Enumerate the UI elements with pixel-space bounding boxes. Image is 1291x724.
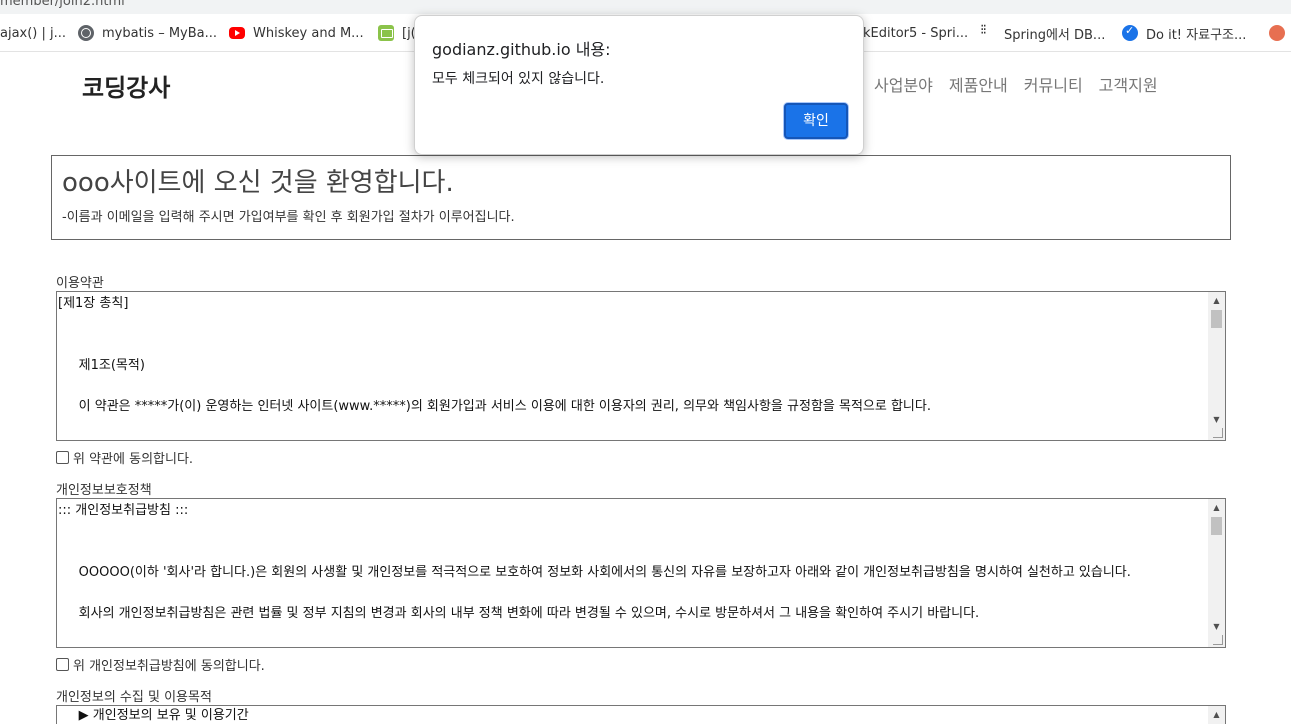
scroll-down-arrow-icon[interactable]: ▼ (1208, 618, 1225, 635)
bookmark-whiskey[interactable]: Whiskey and M... (229, 14, 364, 51)
welcome-subtitle: -이름과 이메일을 입력해 주시면 가입여부를 확인 후 회원가입 절차가 이루… (62, 210, 515, 225)
terms-line: [제1장 총칙] (58, 296, 129, 311)
welcome-title: ooo사이트에 오신 것을 환영합니다. (62, 168, 454, 198)
nav-community[interactable]: 커뮤니티 (1024, 72, 1083, 96)
globe-icon (78, 25, 94, 41)
bookmark-doit[interactable]: Do it! 자료구조... (1122, 14, 1247, 51)
bookmark-jq[interactable]: [j( (378, 14, 416, 51)
bookmark-label: ajax() | j... (0, 25, 67, 41)
red-circle-icon (1269, 25, 1285, 41)
terms-agree-checkbox[interactable] (56, 451, 69, 464)
bookmark-label: mybatis – MyBa... (102, 25, 218, 41)
privacy-agree-checkbox[interactable] (56, 658, 69, 671)
privacy-content: ::: 개인정보취급방침 ::: OOOOO(이하 '회사'라 합니다.)은 회… (57, 499, 1208, 647)
collection-textarea[interactable]: ▶ 개인정보의 보유 및 이용기간 ▲ (56, 705, 1226, 724)
terms-line: 이 약관은 *****가(이) 운영하는 인터넷 사이트(www.*****)의… (58, 399, 931, 414)
bookmark-label: Do it! 자료구조... (1146, 27, 1247, 43)
resize-grip-icon[interactable] (1213, 635, 1223, 645)
collection-label: 개인정보의 수집 및 이용목적 (56, 690, 212, 705)
resize-grip-icon[interactable] (1213, 428, 1223, 438)
nav-business[interactable]: 사업분야 (874, 72, 933, 96)
scroll-thumb[interactable] (1211, 310, 1222, 328)
bookmark-extra[interactable] (1269, 14, 1291, 51)
terms-agree[interactable]: 위 약관에 동의합니다. (56, 448, 193, 467)
site-logo[interactable]: 코딩강사 (82, 68, 170, 103)
privacy-line: OOOOO(이하 '회사'라 합니다.)은 회원의 사생활 및 개인정보를 적극… (58, 565, 1131, 580)
privacy-line: 회사의 개인정보취급방침은 관련 법률 및 정부 지침의 변경과 회사의 내부 … (58, 606, 980, 621)
bookmark-label: kEditor5 - Spri... (863, 25, 969, 41)
bookmark-ajax[interactable]: ajax() | j... (0, 14, 67, 51)
scroll-up-arrow-icon[interactable]: ▲ (1208, 292, 1225, 309)
address-bar[interactable]: member/join2.html (0, 0, 1291, 14)
privacy-textarea[interactable]: ::: 개인정보취급방침 ::: OOOOO(이하 '회사'라 합니다.)은 회… (56, 498, 1226, 648)
privacy-scrollbar[interactable]: ▲ ▼ (1208, 499, 1225, 647)
alert-dialog: godianz.github.io 내용: 모두 체크되어 있지 않습니다. 확… (414, 15, 864, 155)
bookmark-label: Whiskey and M... (253, 25, 364, 41)
collection-content: ▶ 개인정보의 보유 및 이용기간 (57, 706, 1208, 724)
bookmark-spring-db[interactable]: Spring에서 DB... (980, 14, 1106, 51)
green-note-icon (378, 25, 394, 41)
main-nav: 사업분야 제품안내 커뮤니티 고객지원 (874, 72, 1158, 96)
terms-label: 이용약관 (56, 276, 104, 291)
terms-scrollbar[interactable]: ▲ ▼ (1208, 292, 1225, 440)
nav-support[interactable]: 고객지원 (1099, 72, 1158, 96)
dialog-message: 모두 체크되어 있지 않습니다. (432, 71, 605, 87)
privacy-line: ::: 개인정보취급방침 ::: (58, 503, 189, 518)
terms-line: 제1조(목적) (58, 358, 145, 373)
blue-check-icon (1122, 24, 1138, 41)
privacy-agree[interactable]: 위 개인정보취급방침에 동의합니다. (56, 655, 265, 674)
welcome-box: ooo사이트에 오신 것을 환영합니다. -이름과 이메일을 입력해 주시면 가… (51, 155, 1231, 240)
scroll-up-arrow-icon[interactable]: ▲ (1208, 706, 1225, 723)
terms-content: [제1장 총칙] 제1조(목적) 이 약관은 *****가(이) 운영하는 인터… (57, 292, 1208, 440)
scroll-thumb[interactable] (1211, 517, 1222, 535)
bookmark-mybatis[interactable]: mybatis – MyBa... (78, 14, 218, 51)
terms-textarea[interactable]: [제1장 총칙] 제1조(목적) 이 약관은 *****가(이) 운영하는 인터… (56, 291, 1226, 441)
collection-line: ▶ 개인정보의 보유 및 이용기간 (58, 708, 249, 723)
youtube-icon (229, 27, 245, 39)
collection-scrollbar[interactable]: ▲ (1208, 706, 1225, 724)
scroll-down-arrow-icon[interactable]: ▼ (1208, 411, 1225, 428)
terms-agree-label: 위 약관에 동의합니다. (73, 452, 194, 467)
bookmark-label: Spring에서 DB... (1004, 27, 1106, 43)
privacy-agree-label: 위 개인정보취급방침에 동의합니다. (73, 659, 265, 674)
dialog-ok-button[interactable]: 확인 (784, 103, 848, 139)
dots-icon (980, 22, 996, 41)
dialog-title: godianz.github.io 내용: (432, 40, 611, 59)
scroll-up-arrow-icon[interactable]: ▲ (1208, 499, 1225, 516)
nav-products[interactable]: 제품안내 (949, 72, 1008, 96)
bookmark-ckeditor[interactable]: kEditor5 - Spri... (863, 14, 969, 51)
url-text: member/join2.html (0, 0, 125, 9)
privacy-label: 개인정보보호정책 (56, 483, 152, 498)
